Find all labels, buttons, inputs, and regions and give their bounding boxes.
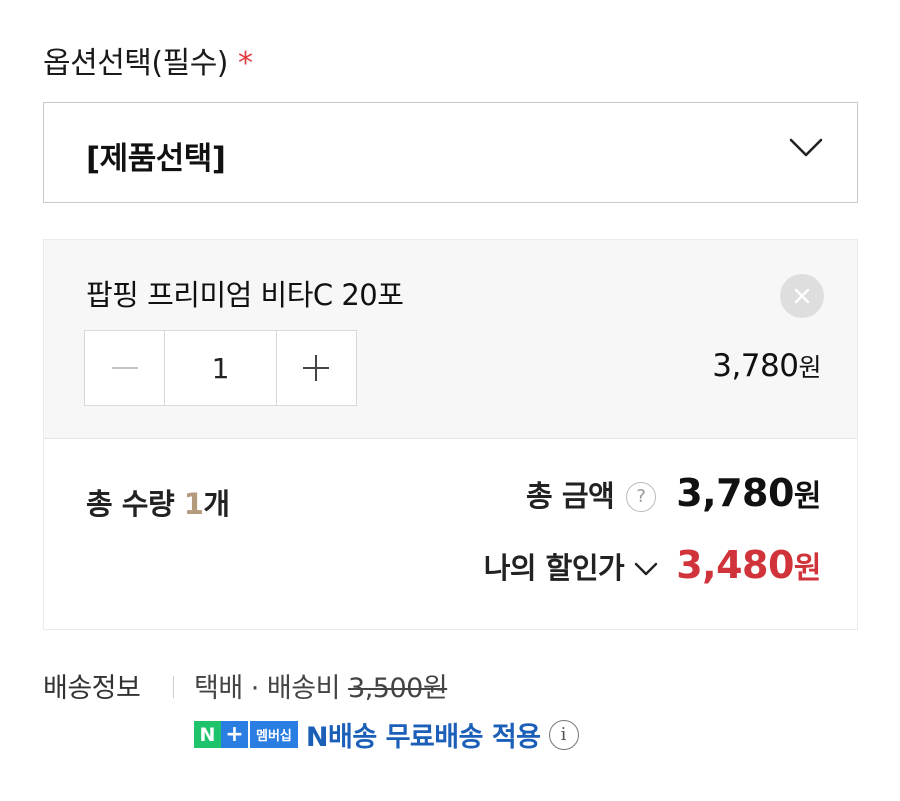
selected-product-panel: 팝핑 프리미엄 비타C 20포 1 3,780원 [43,239,858,438]
chevron-down-icon [789,138,823,157]
product-select[interactable]: [제품선택] [43,102,858,203]
item-price-currency: 원 [798,353,821,382]
minus-icon [111,367,138,369]
option-label-text: 옵션선택(필수) [43,46,229,81]
required-mark: * [238,46,253,81]
shipping-fee: 3,500원 [348,673,448,704]
membership-badge: 멤버십 [250,721,298,748]
product-name: 팝핑 프리미엄 비타C 20포 [86,278,404,312]
discount-price-value: 3,480원 [676,543,821,587]
discount-price-row[interactable]: 나의 할인가 3,480원 [483,543,822,587]
total-amount-currency: 원 [793,479,822,514]
total-amount-label: 총 금액 [526,479,615,513]
shipping-method: 택배 · 배송비 [194,673,349,704]
total-quantity-unit: 개 [203,487,230,521]
close-icon [794,288,810,304]
item-price: 3,780원 [712,348,821,384]
quantity-input[interactable]: 1 [164,331,277,405]
info-icon[interactable]: i [548,719,579,750]
total-quantity: 총 수량 1개 [86,481,230,523]
total-amount-value: 3,780원 [676,471,821,515]
select-value: [제품선택] [86,141,226,177]
discount-price-number: 3,480 [676,543,794,587]
decrease-quantity-button[interactable] [85,331,164,405]
discount-price-currency: 원 [793,551,822,586]
total-amount-number: 3,780 [676,471,794,515]
membership-shipping-row: N + 멤버십 N배송 무료배송 적용 i [194,715,579,754]
free-shipping-text: N배송 무료배송 적용 [305,722,541,753]
shipping-divider [173,676,174,698]
plus-icon [303,355,330,381]
shipping-info-label: 배송정보 [43,673,141,704]
total-amount-row: 총 금액 ? 3,780원 [526,471,821,516]
option-label: 옵션선택(필수) * [43,38,253,82]
order-summary-panel: 총 수량 1개 총 금액 ? 3,780원 나의 할인가 3,480원 [43,438,858,630]
total-quantity-count: 1 [183,487,204,521]
naver-n-badge-icon: N [194,721,221,748]
quantity-stepper: 1 [84,330,357,406]
help-icon[interactable]: ? [626,481,657,512]
discount-price-label: 나의 할인가 [483,551,625,585]
increase-quantity-button[interactable] [277,331,356,405]
item-price-value: 3,780 [712,348,799,384]
plus-badge-icon: + [221,721,248,748]
chevron-down-icon [634,562,658,576]
shipping-detail: 택배 · 배송비 3,500원 [194,666,448,705]
remove-product-button[interactable] [780,274,824,318]
total-quantity-label: 총 수량 [86,487,184,521]
